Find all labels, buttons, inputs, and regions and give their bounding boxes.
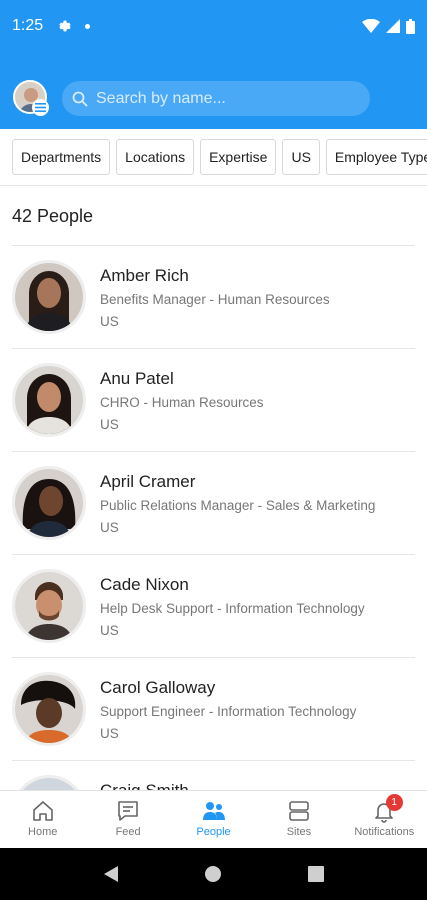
bottom-navigation: Home Feed People Sites 1 Notifications xyxy=(0,790,427,848)
person-name: Craig Smith xyxy=(100,781,189,790)
people-icon xyxy=(202,802,225,820)
person-name: April Cramer xyxy=(100,472,196,491)
person-title: Public Relations Manager - Sales & Marke… xyxy=(100,498,376,513)
back-icon[interactable] xyxy=(103,865,119,883)
person-name: Amber Rich xyxy=(100,266,189,285)
avatar xyxy=(12,363,86,437)
avatar xyxy=(12,569,86,643)
sites-icon xyxy=(289,801,309,821)
filter-expertise[interactable]: Expertise xyxy=(200,139,277,175)
nav-sites-label: Sites xyxy=(286,826,312,838)
avatar xyxy=(12,775,86,790)
home-icon xyxy=(32,801,53,821)
filter-locations[interactable]: Locations xyxy=(116,139,195,175)
list-item[interactable]: Amber Rich Benefits Manager - Human Reso… xyxy=(12,246,415,349)
person-name: Anu Patel xyxy=(100,369,174,388)
settings-icon xyxy=(59,20,71,32)
list-item[interactable]: April Cramer Public Relations Manager - … xyxy=(12,452,415,555)
search-icon xyxy=(72,91,88,107)
nav-notifications[interactable]: 1 Notifications xyxy=(342,791,427,848)
app-header: 1:25 xyxy=(0,0,427,129)
nav-home-label: Home xyxy=(28,826,58,838)
status-icons xyxy=(362,18,415,34)
person-title: Help Desk Support - Information Technolo… xyxy=(100,601,365,616)
status-bar: 1:25 xyxy=(0,0,427,52)
wifi-icon xyxy=(362,19,380,33)
filter-us[interactable]: US xyxy=(282,139,320,175)
person-country: US xyxy=(100,623,119,638)
nav-people[interactable]: People xyxy=(171,791,256,848)
person-title: Support Engineer - Information Technolog… xyxy=(100,704,357,719)
people-count: 42 People xyxy=(12,206,94,226)
person-country: US xyxy=(100,726,119,741)
divider xyxy=(0,185,427,186)
person-name: Carol Galloway xyxy=(100,678,216,697)
nav-feed[interactable]: Feed xyxy=(85,791,170,848)
recents-icon[interactable] xyxy=(308,866,325,882)
nav-sites[interactable]: Sites xyxy=(256,791,341,848)
search-bar[interactable] xyxy=(62,81,370,116)
person-country: US xyxy=(100,417,119,432)
nav-home[interactable]: Home xyxy=(0,791,85,848)
list-item[interactable]: Cade Nixon Help Desk Support - Informati… xyxy=(12,555,415,658)
list-item[interactable]: Anu Patel CHRO - Human Resources US xyxy=(12,349,415,452)
avatar xyxy=(12,672,86,746)
filter-employee-type[interactable]: Employee Type xyxy=(325,139,427,175)
avatar xyxy=(12,260,86,334)
avatar xyxy=(12,466,86,540)
person-country: US xyxy=(100,520,119,535)
battery-icon xyxy=(406,18,415,34)
cell-signal-icon xyxy=(386,19,400,33)
list-item[interactable]: Craig Smith xyxy=(12,761,415,790)
filter-departments[interactable]: Departments xyxy=(12,139,111,175)
people-list: Amber Rich Benefits Manager - Human Reso… xyxy=(0,246,427,790)
person-title: CHRO - Human Resources xyxy=(100,395,264,410)
person-name: Cade Nixon xyxy=(100,575,189,594)
person-title: Benefits Manager - Human Resources xyxy=(100,292,330,307)
notifications-badge: 1 xyxy=(385,794,403,811)
notification-dot-icon xyxy=(85,23,91,29)
person-country: US xyxy=(100,314,119,329)
search-input[interactable] xyxy=(96,89,356,108)
filter-chips: Departments Locations Expertise US Emplo… xyxy=(12,139,427,175)
list-item[interactable]: Carol Galloway Support Engineer - Inform… xyxy=(12,658,415,761)
nav-notifications-label: Notifications xyxy=(354,826,415,838)
feed-icon xyxy=(118,801,138,821)
status-time: 1:25 xyxy=(12,17,44,34)
nav-feed-label: Feed xyxy=(115,826,141,838)
menu-badge-icon[interactable] xyxy=(32,99,49,116)
system-navigation xyxy=(0,848,427,900)
home-circle-icon[interactable] xyxy=(204,865,222,883)
nav-people-label: People xyxy=(196,826,231,838)
